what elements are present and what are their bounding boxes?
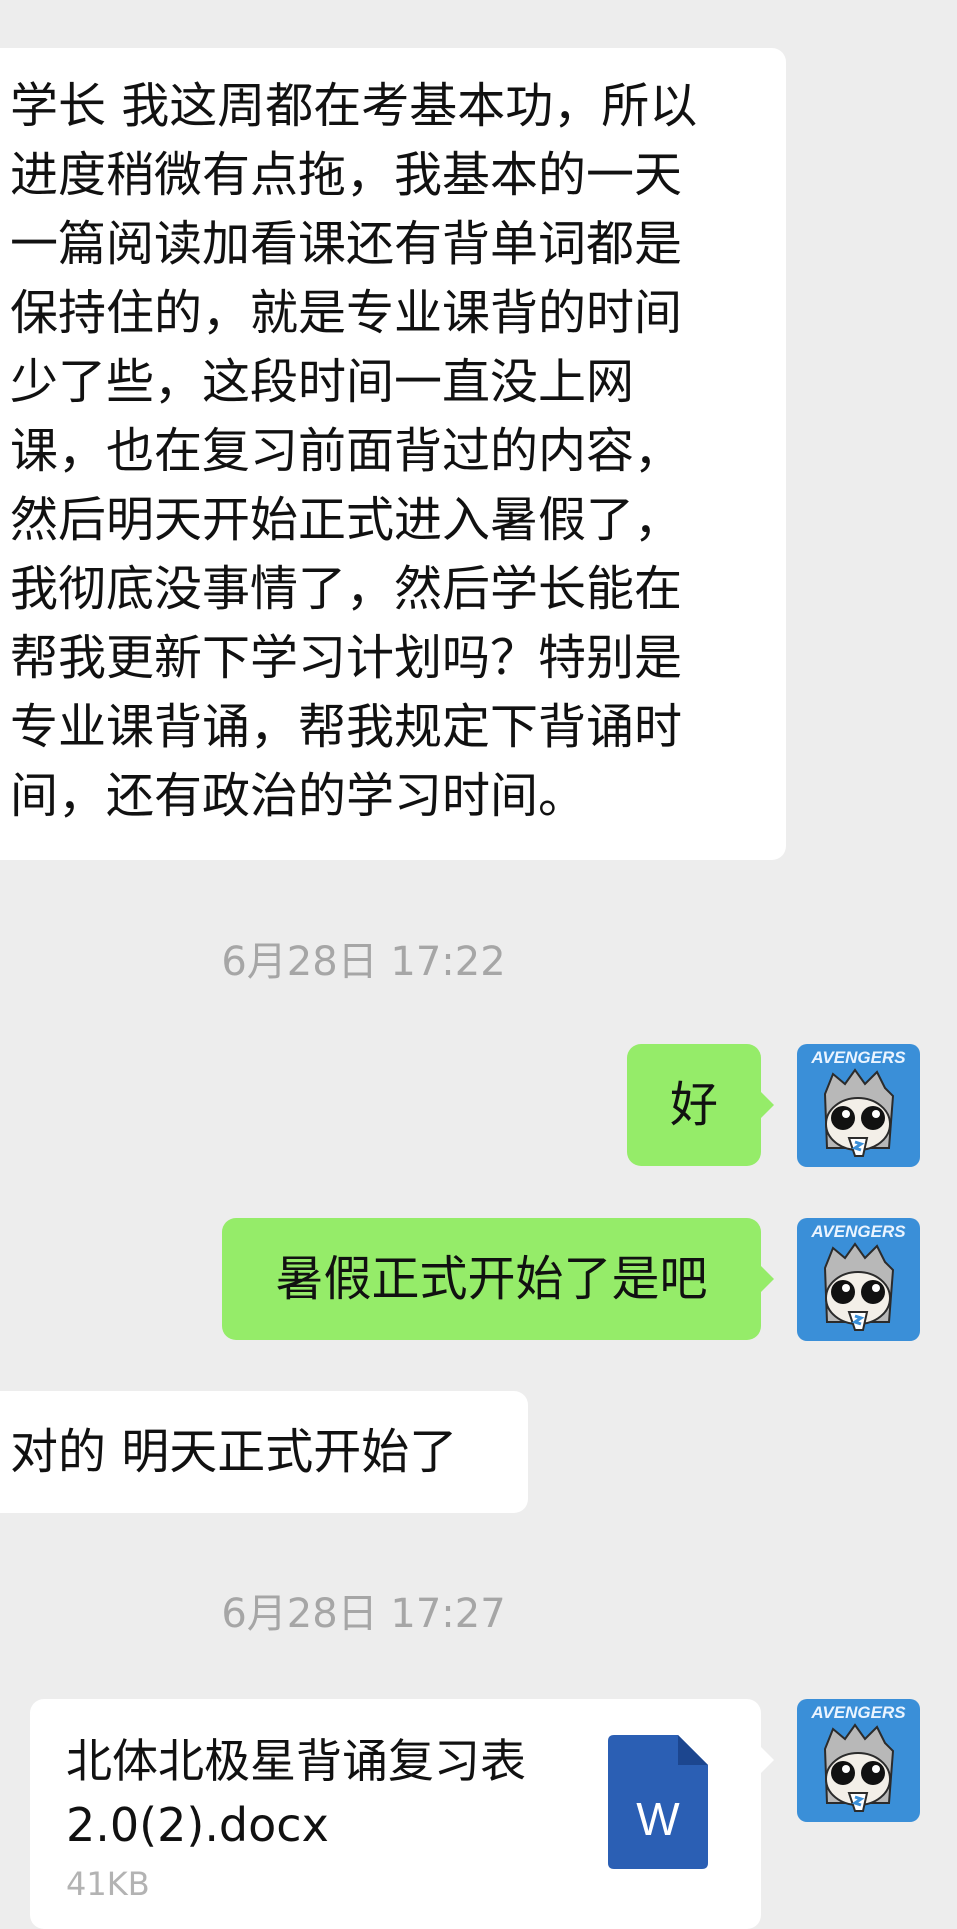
message-line: 然后明天开始正式进入暑假了， <box>10 492 683 548</box>
avatar[interactable]: AVENGERS <box>797 1044 920 1167</box>
incoming-message-bubble[interactable]: 对的 明天正式开始了 <box>0 1391 528 1513</box>
word-doc-icon: W <box>608 1735 708 1869</box>
message-line: 保持住的，就是专业课背的时间 <box>10 285 683 341</box>
avatar-brand-text: AVENGERS <box>811 1048 906 1067</box>
avatar-brand-text: AVENGERS <box>811 1703 906 1722</box>
message-line: 间，还有政治的学习时间。 <box>10 768 587 824</box>
message-line: 一篇阅读加看课还有背单词都是 <box>10 216 683 272</box>
outgoing-message-bubble[interactable]: 暑假正式开始了是吧 <box>222 1218 774 1340</box>
message-line: 进度稍微有点拖，我基本的一天 <box>10 147 683 203</box>
avatar[interactable]: AVENGERS <box>797 1218 920 1341</box>
message-line: 专业课背诵，帮我规定下背诵时 <box>10 699 683 755</box>
avatar[interactable]: AVENGERS <box>797 1699 920 1822</box>
message-line: 学长 我这周都在考基本功，所以 <box>10 78 698 134</box>
message-line: 课，也在复习前面背过的内容， <box>10 423 683 479</box>
incoming-message-bubble[interactable]: 学长 我这周都在考基本功，所以 进度稍微有点拖，我基本的一天 一篇阅读加看课还有… <box>0 48 786 860</box>
file-size: 41KB <box>66 1865 150 1903</box>
avatar-brand-text: AVENGERS <box>811 1222 906 1241</box>
message-line: 少了些，这段时间一直没上网 <box>10 354 635 410</box>
message-line: 帮我更新下学习计划吗？特别是 <box>10 630 683 686</box>
file-message-card[interactable]: 北体北极星背诵复习表 2.0(2).docx 41KB W <box>30 1699 774 1929</box>
timestamp: 6月28日 17:22 <box>221 939 506 985</box>
timestamp: 6月28日 17:27 <box>221 1591 506 1637</box>
word-doc-letter: W <box>636 1793 680 1845</box>
message-line: 我彻底没事情了，然后学长能在 <box>10 561 683 617</box>
file-name: 北体北极星背诵复习表 2.0(2).docx <box>66 1734 526 1852</box>
outgoing-message-bubble[interactable]: 好 <box>627 1044 774 1166</box>
